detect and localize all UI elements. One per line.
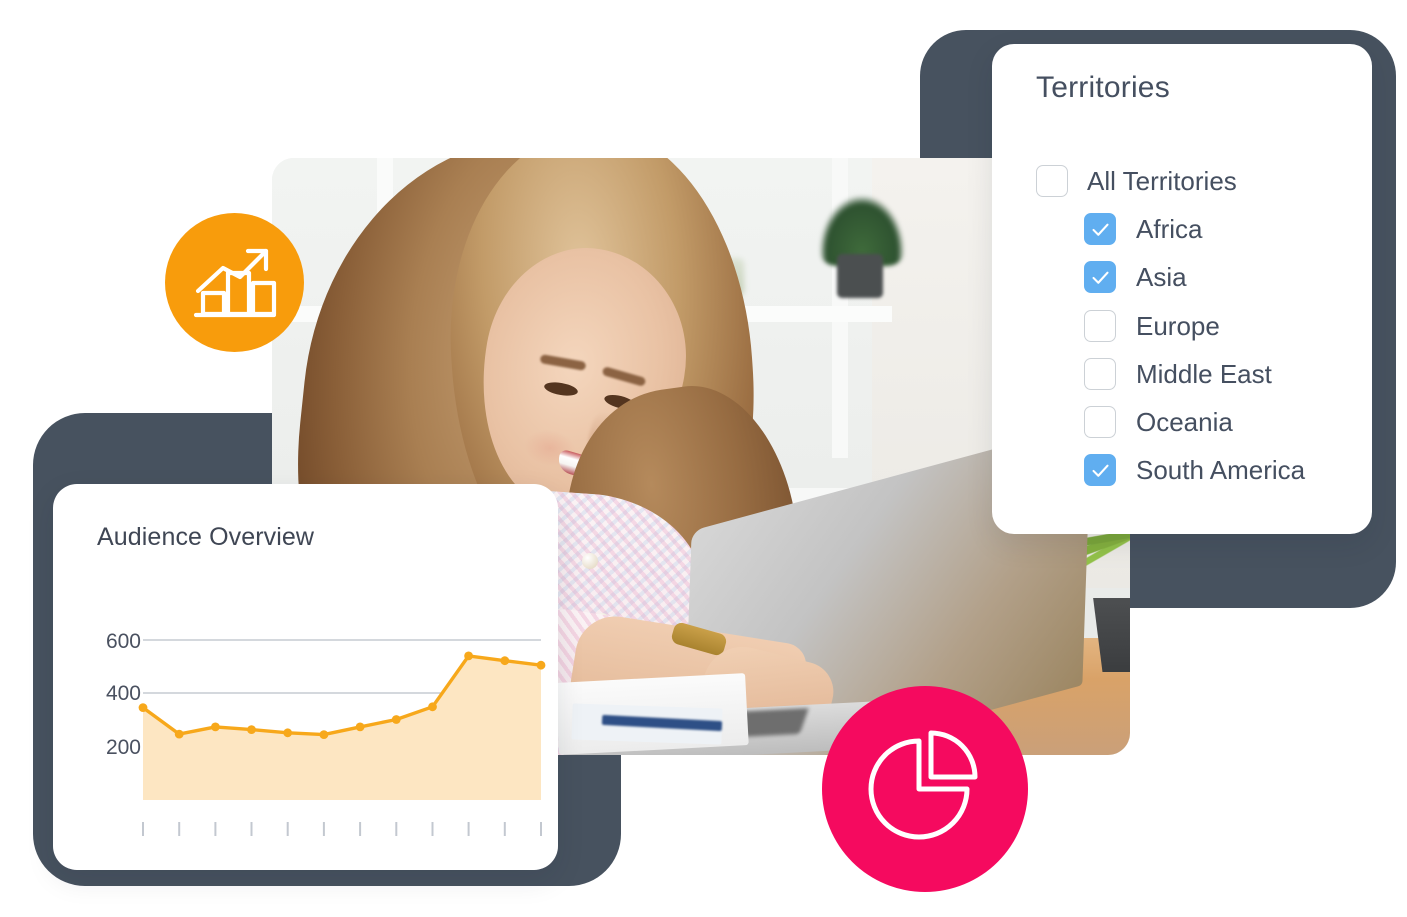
checkbox-row-all-territories[interactable]: All Territories: [1036, 164, 1237, 198]
chart-data-point: [174, 729, 184, 739]
checkbox-label-middle-east: Middle East: [1136, 358, 1272, 389]
checkbox-oceania[interactable]: [1084, 406, 1116, 438]
chart-data-point: [319, 730, 329, 739]
audience-overview-card: Audience Overview 600 400 200: [53, 484, 558, 870]
chart-data-point: [464, 651, 473, 661]
territories-card: Territories All Territories Africa Asia: [992, 44, 1372, 534]
checkbox-label-asia: Asia: [1136, 261, 1187, 292]
checkbox-europe[interactable]: [1084, 310, 1116, 342]
chart-plot: [138, 639, 546, 836]
checkbox-row-europe[interactable]: Europe: [1084, 309, 1220, 343]
chart-data-point: [428, 702, 437, 712]
checkbox-label-south-america: South America: [1136, 454, 1306, 485]
checkbox-row-africa[interactable]: Africa: [1084, 212, 1202, 246]
checkbox-middle-east[interactable]: [1084, 358, 1116, 390]
checkbox-label-all-territories: All Territories: [1087, 165, 1237, 196]
audience-chart: 600 400 200: [53, 484, 558, 870]
checkbox-row-middle-east[interactable]: Middle East: [1084, 357, 1272, 391]
check-icon: [1091, 223, 1109, 236]
checkbox-all-territories[interactable]: [1036, 165, 1068, 197]
bar-chart-trending-up-icon: [193, 248, 276, 317]
checkbox-label-africa: Africa: [1136, 213, 1203, 244]
checkbox-asia[interactable]: [1084, 261, 1116, 293]
chart-data-point: [391, 715, 401, 724]
pie-chart-icon-badge: [822, 686, 1028, 892]
checkbox-row-south-america[interactable]: South America: [1084, 453, 1305, 487]
checkbox-label-europe: Europe: [1136, 310, 1220, 341]
checkbox-africa[interactable]: [1084, 213, 1116, 245]
growth-chart-icon-badge: [165, 213, 304, 352]
chart-data-point: [283, 728, 293, 738]
checkbox-label-oceania: Oceania: [1136, 406, 1233, 437]
chart-data-point: [500, 656, 510, 666]
pie-chart-icon: [868, 730, 978, 840]
photo-shelf-plant-pot: [837, 254, 883, 298]
chart-data-point: [211, 722, 220, 732]
chart-data-point: [138, 703, 148, 712]
check-icon: [1091, 464, 1109, 477]
checkbox-row-oceania[interactable]: Oceania: [1084, 405, 1233, 439]
checkbox-row-asia[interactable]: Asia: [1084, 260, 1187, 294]
chart-data-point: [355, 722, 365, 732]
check-icon: [1091, 271, 1109, 284]
checkbox-south-america[interactable]: [1084, 454, 1116, 486]
chart-data-point: [247, 725, 256, 734]
illustration-stage: Territories All Territories Africa Asia: [0, 0, 1407, 917]
chart-x-axis-ticks: [142, 822, 542, 836]
photo-blouse-button: [582, 553, 598, 569]
chart-data-point: [536, 660, 546, 670]
territories-title: Territories: [1036, 71, 1170, 104]
